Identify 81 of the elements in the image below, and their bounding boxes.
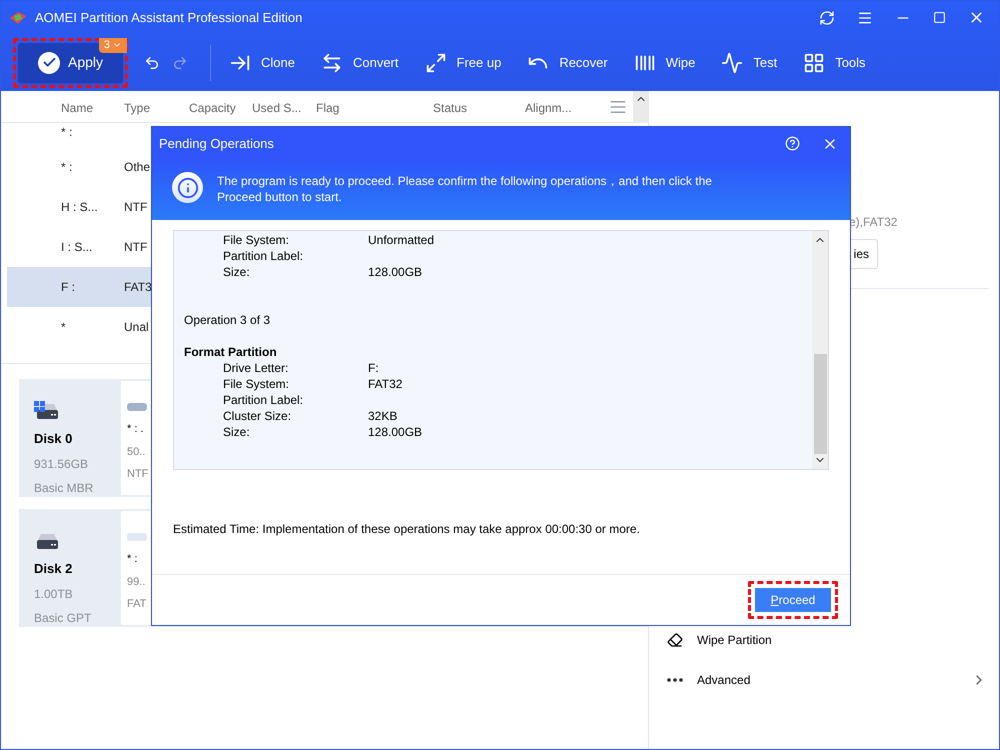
more-icon (667, 678, 683, 682)
field-label: Cluster Size: (223, 408, 292, 424)
disk-name: Disk 2 (34, 560, 74, 578)
field-label: File System: (223, 232, 290, 248)
table-cell-text: H : S... (61, 199, 99, 216)
field-label: Partition Label: (223, 392, 304, 408)
table-cell-text: Othe (124, 159, 150, 176)
column-header[interactable]: Capacity (189, 99, 236, 117)
operation-count: Operation 3 of 3 (184, 312, 272, 328)
grid-icon (803, 52, 826, 74)
toolbar-button[interactable]: Recover (527, 52, 608, 74)
disk-type: Basic MBR (34, 480, 94, 496)
pulse-icon (721, 52, 744, 74)
expand-arrows-icon (424, 52, 446, 74)
partition-size: 50.. (127, 444, 146, 460)
table-cell-text: Unal (124, 319, 149, 336)
partition-name: * : (127, 552, 138, 567)
column-header[interactable]: Name (61, 99, 94, 117)
system-disk-icon (34, 401, 60, 421)
table-cell-text: * (61, 319, 67, 336)
column-header[interactable]: Flag (316, 99, 340, 117)
toolbar-button[interactable]: Wipe (634, 52, 696, 74)
column-header[interactable]: Used S... (252, 99, 302, 117)
toolbar-button[interactable]: Clone (229, 52, 295, 74)
maximize-icon[interactable] (933, 11, 946, 24)
refresh-icon[interactable] (819, 10, 835, 26)
usage-bar (127, 533, 147, 541)
action-label: Wipe Partition (697, 632, 772, 649)
disk-icon (34, 531, 60, 551)
toolbar-button[interactable]: Test (721, 52, 778, 74)
disk-size: 931.56GB (34, 456, 90, 472)
menu-icon[interactable] (857, 10, 873, 26)
disk-size: 1.00TB (34, 586, 74, 602)
undo-icon[interactable] (144, 54, 160, 70)
operation-title: Format Partition (184, 344, 278, 360)
disk-name: Disk 0 (34, 430, 74, 448)
partition-file-system: FAT (127, 597, 146, 612)
table-cell-text: NTF (124, 199, 148, 216)
check-icon (38, 52, 60, 74)
column-header[interactable]: Status (433, 99, 468, 117)
partition-file-system: NTF (127, 467, 148, 482)
toolbar-button[interactable]: Convert (320, 52, 398, 74)
table-cell-text: I : S... (61, 239, 94, 256)
field-value: 128.00GB (368, 264, 422, 280)
field-label: Drive Letter: (223, 360, 290, 376)
info-icon (172, 172, 203, 203)
table-cell-text: FAT3 (124, 279, 152, 296)
field-label: File System: (223, 376, 290, 392)
field-label: Size: (223, 424, 251, 440)
table-cell-text: NTF (124, 239, 148, 256)
disk-type: Basic GPT (34, 610, 92, 626)
scrollbar[interactable] (812, 231, 828, 469)
table-cell-text: F : (61, 279, 76, 296)
pending-count-badge: 3 (98, 38, 127, 52)
column-header[interactable]: Type (124, 99, 150, 117)
toolbar-button[interactable]: Tools (803, 52, 866, 74)
field-value: F: (368, 360, 379, 376)
partition-name: * : . (127, 422, 144, 437)
app-logo-icon (9, 10, 27, 26)
dialog-message: The program is ready to proceed. Please confirm the following operations，and then click the Proceed button to start. (217, 173, 713, 205)
action-item[interactable]: Advanced (667, 671, 987, 689)
column-header[interactable]: Alignm... (525, 99, 572, 117)
field-value: 128.00GB (368, 424, 422, 440)
dialog-title: Pending Operations (159, 134, 274, 153)
estimated-time: Estimated Time: Implementation of these operations may take approx 00:00:30 or more. (173, 521, 641, 538)
table-cell-text: * : (61, 159, 74, 176)
partition-size: 99.. (127, 574, 146, 590)
field-label: Size: (223, 264, 251, 280)
column-settings-icon[interactable] (609, 98, 627, 116)
eraser-icon (667, 632, 683, 648)
action-item[interactable]: Wipe Partition (667, 631, 987, 649)
usage-bar (127, 403, 147, 411)
field-value: FAT32 (368, 376, 402, 392)
help-icon[interactable] (785, 136, 800, 151)
action-label: Advanced (697, 672, 750, 689)
window-title: AOMEI Partition Assistant Professional Edition (35, 8, 302, 27)
toolbar-button[interactable]: Free up (424, 52, 502, 74)
proceed-button[interactable]: Proceed (755, 588, 831, 612)
field-value: Unformatted (368, 232, 434, 248)
field-label: Partition Label: (223, 248, 304, 264)
field-value: 32KB (368, 408, 398, 424)
